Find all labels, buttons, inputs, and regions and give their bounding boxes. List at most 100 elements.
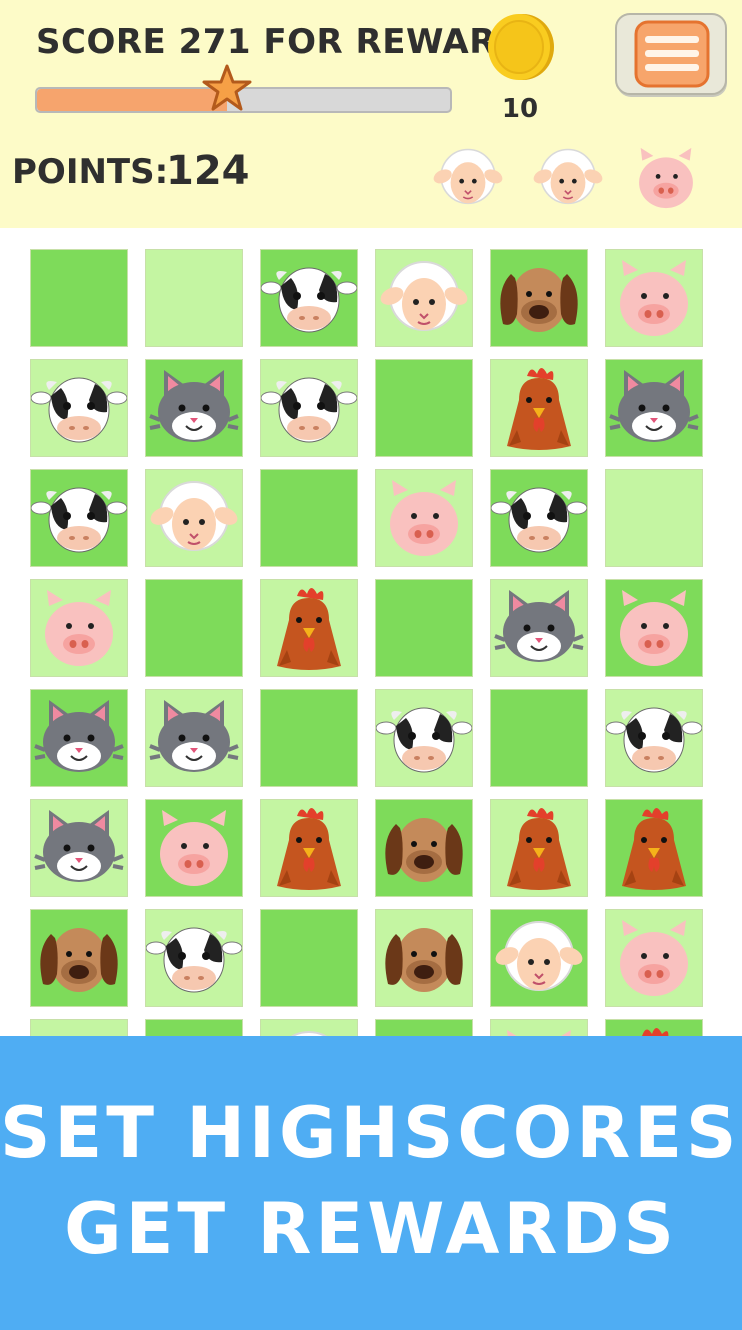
tile-sheep[interactable] bbox=[260, 1019, 358, 1036]
pig-icon bbox=[639, 147, 693, 209]
tile-cow[interactable] bbox=[145, 909, 243, 1007]
cow-icon bbox=[491, 487, 587, 553]
cow-icon bbox=[261, 377, 357, 443]
dog-icon bbox=[40, 928, 118, 992]
reward-progress-bar bbox=[35, 64, 452, 113]
sheep-icon bbox=[290, 1031, 328, 1036]
tile-sheep[interactable] bbox=[375, 249, 473, 347]
cow-icon bbox=[376, 707, 472, 773]
pig-icon bbox=[620, 260, 688, 336]
reward-target-label: SCORE 271 FOR REWARD bbox=[36, 22, 525, 62]
sheep-icon bbox=[150, 481, 238, 551]
tile-empty[interactable] bbox=[145, 579, 243, 677]
tile-empty[interactable] bbox=[260, 909, 358, 1007]
banner-line-1: SET HIGHSCORES, bbox=[0, 1092, 742, 1174]
tile-pig[interactable] bbox=[145, 799, 243, 897]
tile-pig[interactable] bbox=[605, 249, 703, 347]
pig-icon bbox=[45, 590, 113, 666]
tile-empty[interactable] bbox=[490, 689, 588, 787]
pig-icon bbox=[390, 480, 458, 556]
tile-cat[interactable] bbox=[145, 359, 243, 457]
dog-icon bbox=[385, 818, 463, 882]
tile-cat[interactable] bbox=[490, 579, 588, 677]
tile-cow[interactable] bbox=[30, 359, 128, 457]
goal-pig bbox=[626, 140, 706, 216]
cat-icon bbox=[34, 700, 124, 772]
reward-progress-fill bbox=[37, 89, 227, 111]
tile-chicken[interactable] bbox=[260, 579, 358, 677]
dog-icon bbox=[376, 1020, 472, 1036]
chicken-icon bbox=[277, 808, 341, 890]
tile-chicken[interactable] bbox=[605, 1019, 703, 1036]
tile-dog[interactable] bbox=[375, 909, 473, 1007]
tile-empty[interactable] bbox=[260, 689, 358, 787]
tile-dog[interactable] bbox=[30, 909, 128, 1007]
tile-cow[interactable] bbox=[260, 249, 358, 347]
tile-cow[interactable] bbox=[30, 469, 128, 567]
tile-chicken[interactable] bbox=[490, 359, 588, 457]
coin-count: 10 bbox=[501, 94, 539, 124]
top-bar: SCORE 271 FOR REWARD 10 POINTS: 124 bbox=[0, 0, 742, 228]
chicken-icon bbox=[277, 588, 341, 670]
chicken-icon bbox=[622, 808, 686, 890]
tile-sheep[interactable] bbox=[145, 469, 243, 567]
star-icon bbox=[202, 64, 252, 111]
tile-sheep[interactable] bbox=[490, 909, 588, 1007]
sheep-icon bbox=[533, 148, 603, 205]
sheep-icon bbox=[433, 148, 503, 205]
points-value: 124 bbox=[166, 148, 250, 194]
cow-icon bbox=[261, 267, 357, 333]
chicken-icon bbox=[642, 1028, 669, 1036]
pig-icon bbox=[507, 1030, 571, 1036]
tile-pig[interactable] bbox=[490, 1019, 588, 1036]
tile-pig[interactable] bbox=[375, 469, 473, 567]
tile-empty[interactable] bbox=[30, 249, 128, 347]
tile-cat[interactable] bbox=[30, 799, 128, 897]
coin-icon bbox=[488, 14, 554, 80]
tile-cat[interactable] bbox=[30, 689, 128, 787]
cow-icon bbox=[31, 377, 127, 443]
dog-icon bbox=[500, 268, 578, 332]
tile-empty[interactable] bbox=[375, 579, 473, 677]
sheep-icon bbox=[495, 921, 583, 991]
goal-sheep bbox=[428, 140, 508, 216]
tile-pig[interactable] bbox=[605, 579, 703, 677]
cat-icon bbox=[609, 370, 699, 442]
tile-chicken[interactable] bbox=[260, 799, 358, 897]
sheep-icon bbox=[380, 261, 468, 331]
pig-icon bbox=[620, 920, 688, 996]
cow-icon bbox=[146, 927, 242, 993]
pig-icon bbox=[160, 810, 228, 886]
tile-cow[interactable] bbox=[490, 469, 588, 567]
tile-chicken[interactable] bbox=[490, 799, 588, 897]
tile-dog[interactable] bbox=[375, 799, 473, 897]
tile-cat[interactable] bbox=[145, 689, 243, 787]
chicken-icon bbox=[507, 368, 571, 450]
tile-chicken[interactable] bbox=[605, 799, 703, 897]
cow-icon bbox=[606, 707, 702, 773]
cat-icon bbox=[34, 810, 124, 882]
tile-cow[interactable] bbox=[260, 359, 358, 457]
tile-pig[interactable] bbox=[30, 579, 128, 677]
tile-empty[interactable] bbox=[375, 359, 473, 457]
game-board bbox=[0, 228, 742, 1036]
tile-cow[interactable] bbox=[375, 689, 473, 787]
menu-button[interactable] bbox=[614, 12, 730, 100]
tile-empty[interactable] bbox=[30, 1019, 128, 1036]
tile-dog[interactable] bbox=[490, 249, 588, 347]
tile-dog[interactable] bbox=[375, 1019, 473, 1036]
tile-empty[interactable] bbox=[145, 249, 243, 347]
chicken-icon bbox=[507, 808, 571, 890]
dog-icon bbox=[385, 928, 463, 992]
cat-icon bbox=[494, 590, 584, 662]
tile-empty[interactable] bbox=[260, 469, 358, 567]
cat-icon bbox=[149, 700, 239, 772]
tile-pig[interactable] bbox=[605, 909, 703, 1007]
promo-banner: SET HIGHSCORES, GET REWARDS bbox=[0, 1036, 742, 1330]
cat-icon bbox=[149, 370, 239, 442]
tile-cat[interactable] bbox=[605, 359, 703, 457]
points-label: POINTS: bbox=[12, 152, 169, 192]
tile-cow[interactable] bbox=[605, 689, 703, 787]
tile-empty[interactable] bbox=[605, 469, 703, 567]
tile-empty[interactable] bbox=[145, 1019, 243, 1036]
